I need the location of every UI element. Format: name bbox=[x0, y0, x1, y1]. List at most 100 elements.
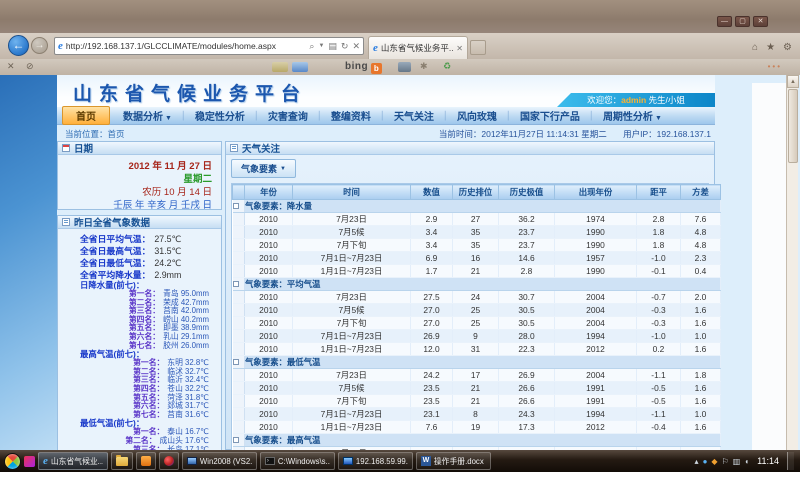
element-filter-button[interactable]: 气象要素 ▼ bbox=[231, 159, 296, 178]
back-button[interactable]: ← bbox=[8, 35, 29, 56]
cell: -1.1 bbox=[637, 408, 681, 421]
taskbar-media-button[interactable] bbox=[159, 452, 179, 470]
table-row[interactable]: 20107月23日2.92736.219742.87.6 bbox=[233, 213, 721, 226]
group-row[interactable]: 气象要素：最低气温 bbox=[233, 356, 721, 369]
table-row[interactable]: 20101月1日~7月23日7.61917.32012-0.41.6 bbox=[233, 421, 721, 434]
checkbox-icon[interactable] bbox=[233, 203, 239, 209]
table-row[interactable]: 20107月23日27.52430.72004-0.72.0 bbox=[233, 291, 721, 304]
table-row[interactable]: 20101月1日~7月23日12.03122.320120.21.6 bbox=[233, 343, 721, 356]
table-row[interactable]: 20107月5候27.02530.52004-0.31.6 bbox=[233, 304, 721, 317]
favorites-star-icon[interactable]: ★ bbox=[766, 42, 775, 53]
stat-label: 全省日最低气温： bbox=[80, 258, 150, 268]
taskbar-clock[interactable]: 11:14 bbox=[757, 456, 779, 466]
browser-tab[interactable]: e 山东省气候业务平... ✕ bbox=[368, 36, 468, 59]
nav-item-8[interactable]: 国家下行产品 bbox=[511, 108, 589, 123]
cell: 2004 bbox=[555, 369, 637, 382]
cell: 1月1日~7月23日 bbox=[293, 343, 411, 356]
plugin-icon[interactable]: ♻ bbox=[443, 61, 451, 72]
weather-table: 年份时间数值历史排位历史极值出现年份距平方差 气象要素：降水量20107月23日… bbox=[231, 183, 709, 450]
cell: 2012 bbox=[555, 421, 637, 434]
checkbox-icon[interactable] bbox=[233, 281, 239, 287]
weather-panel-title: 昨日全省气象数据 bbox=[74, 215, 150, 229]
rank-value: 成山头 17.6℃ bbox=[160, 436, 210, 445]
start-button[interactable] bbox=[4, 453, 21, 470]
group-row[interactable]: 气象要素：最高气温 bbox=[233, 434, 721, 447]
nav-item-9[interactable]: 周期性分析▼ bbox=[594, 108, 671, 123]
bing-search-icon[interactable]: b bbox=[371, 63, 382, 74]
nav-item-2[interactable]: 数据分析▼ bbox=[114, 108, 181, 123]
tray-app-icon[interactable]: ● bbox=[703, 457, 708, 466]
paw-icon[interactable]: ✱ bbox=[420, 61, 428, 72]
taskbar-app-button[interactable] bbox=[136, 452, 156, 470]
cell: 7.6 bbox=[411, 421, 453, 434]
table-row[interactable]: 20107月1日~7月23日23.1824.31994-1.11.0 bbox=[233, 408, 721, 421]
table-row[interactable]: 20107月下旬3.43523.719901.84.8 bbox=[233, 239, 721, 252]
compatibility-view-icon[interactable]: ▤ bbox=[328, 41, 337, 52]
group-row[interactable]: 气象要素：降水量 bbox=[233, 200, 721, 213]
card-icon[interactable] bbox=[272, 62, 288, 72]
cell: 2004 bbox=[555, 317, 637, 330]
stat-value: 24.2℃ bbox=[154, 258, 181, 268]
table-row[interactable]: 20107月1日~7月23日6.91614.61957-1.02.3 bbox=[233, 252, 721, 265]
settings-gear-icon[interactable]: ⚙ bbox=[783, 42, 792, 53]
table-row[interactable]: 20107月23日24.21726.92004-1.11.8 bbox=[233, 369, 721, 382]
scroll-up-icon[interactable]: ▲ bbox=[787, 75, 799, 88]
pinned-app-icon[interactable] bbox=[24, 456, 35, 467]
minimize-button[interactable]: — bbox=[717, 16, 732, 27]
cell: 2010 bbox=[245, 239, 293, 252]
cell: 0.4 bbox=[681, 265, 721, 278]
scrollbar-thumb[interactable] bbox=[788, 89, 798, 163]
cell: 1957 bbox=[555, 252, 637, 265]
action-center-flag-icon[interactable]: ⚐ bbox=[722, 457, 729, 466]
taskbar-ie-button[interactable]: e 山东省气候业... bbox=[38, 452, 108, 470]
taskbar-window-button[interactable]: W操作手册.docx .. bbox=[416, 452, 491, 470]
block-icon[interactable]: ⊘ bbox=[26, 61, 34, 72]
address-bar[interactable]: e http://192.168.137.1/GLCCLIMATE/module… bbox=[54, 37, 364, 55]
nav-item-1[interactable]: 首页 bbox=[62, 106, 110, 125]
search-icon[interactable]: ⌕ bbox=[309, 41, 314, 52]
table-row[interactable]: 20107月1日~7月23日26.9928.01994-1.01.0 bbox=[233, 330, 721, 343]
table-row[interactable]: 20107月5候3.43523.719901.84.8 bbox=[233, 226, 721, 239]
cell: 24 bbox=[453, 291, 499, 304]
tray-expand-icon[interactable]: ▴ bbox=[695, 457, 699, 466]
toolbar-more-icon[interactable]: ••• bbox=[768, 62, 782, 71]
nav-item-6[interactable]: 天气关注 bbox=[385, 108, 443, 123]
mail-icon[interactable] bbox=[292, 62, 308, 72]
checkbox-icon[interactable] bbox=[233, 437, 239, 443]
browser-scrollbar[interactable]: ▲ bbox=[786, 75, 798, 450]
table-row[interactable]: 20101月1日~7月23日1.7212.81990-0.10.4 bbox=[233, 265, 721, 278]
show-desktop-button[interactable] bbox=[787, 452, 794, 470]
volume-icon[interactable]: ◖ bbox=[744, 457, 749, 466]
checkbox-icon[interactable] bbox=[233, 359, 239, 365]
tray-update-icon[interactable]: ◆ bbox=[711, 457, 717, 466]
stop-icon[interactable]: ✕ bbox=[352, 41, 360, 52]
nav-item-3[interactable]: 稳定性分析 bbox=[186, 108, 254, 123]
close-button[interactable]: ✕ bbox=[753, 16, 768, 27]
toolbar-close-icon[interactable]: ✕ bbox=[7, 61, 15, 72]
home-icon[interactable]: ⌂ bbox=[752, 42, 758, 53]
taskbar-window-button[interactable]: Win2008 (VS2... bbox=[182, 452, 257, 470]
nav-item-5[interactable]: 整编资料 bbox=[322, 108, 380, 123]
maximize-button[interactable]: ▢ bbox=[735, 16, 750, 27]
url-text[interactable]: http://192.168.137.1/GLCCLIMATE/modules/… bbox=[66, 41, 310, 51]
table-row[interactable]: 20107月下旬23.52126.61991-0.51.6 bbox=[233, 395, 721, 408]
table-row[interactable]: 20107月5候23.52126.61991-0.51.6 bbox=[233, 382, 721, 395]
tab-close-icon[interactable]: ✕ bbox=[456, 44, 463, 53]
group-title: 气象要素：平均气温 bbox=[245, 278, 721, 291]
forward-button[interactable]: → bbox=[31, 37, 48, 54]
network-icon[interactable]: ▥ bbox=[733, 457, 741, 466]
camera-icon[interactable] bbox=[398, 62, 411, 72]
bing-logo[interactable]: bingb bbox=[345, 61, 382, 74]
group-row[interactable]: 气象要素：平均气温 bbox=[233, 278, 721, 291]
taskbar-window-button[interactable]: 192.168.59.99... bbox=[338, 452, 413, 470]
nav-item-4[interactable]: 灾害查询 bbox=[259, 108, 317, 123]
refresh-icon[interactable]: ↻ bbox=[341, 41, 349, 52]
search-dropdown-icon[interactable]: ▼ bbox=[318, 43, 324, 49]
cell: 8 bbox=[453, 408, 499, 421]
taskbar-window-button[interactable]: ›C:\Windows\s... bbox=[260, 452, 335, 470]
table-row[interactable]: 20107月下旬27.02530.52004-0.31.6 bbox=[233, 317, 721, 330]
nav-item-7[interactable]: 风向玫瑰 bbox=[448, 108, 506, 123]
new-tab-button[interactable] bbox=[470, 40, 486, 55]
tab-title[interactable]: 山东省气候业务平... bbox=[381, 42, 453, 54]
taskbar-explorer-button[interactable] bbox=[111, 452, 133, 470]
